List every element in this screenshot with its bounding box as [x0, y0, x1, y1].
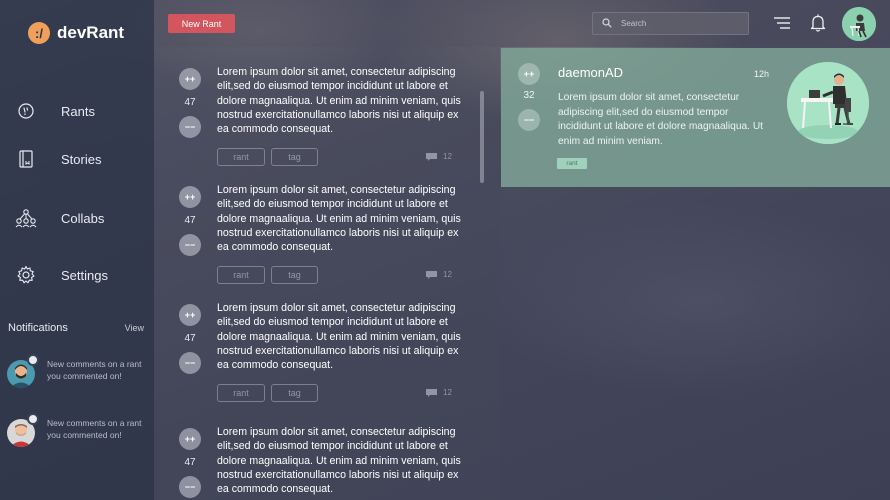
downvote-button[interactable]: −−	[518, 109, 540, 131]
sidebar-item-label: Rants	[61, 103, 95, 119]
sidebar-item-label: Collabs	[61, 210, 105, 226]
rant-text: Lorem ipsum dolor sit amet, consectetur …	[217, 302, 461, 372]
new-rant-button[interactable]: New Rant	[168, 14, 235, 33]
sidebar-item-stories[interactable]: Stories	[14, 147, 101, 171]
bell-icon	[810, 14, 826, 32]
sidebar-item-rants[interactable]: Rants	[14, 99, 95, 123]
sidebar-item-label: Settings	[61, 267, 108, 283]
downvote-button[interactable]: −−	[179, 352, 201, 374]
sidebar-item-label: Stories	[61, 151, 102, 167]
sidebar-item-settings[interactable]: Settings	[14, 263, 108, 287]
vote-score: 47	[184, 97, 196, 108]
upvote-button[interactable]: ++	[179, 68, 201, 90]
search-input[interactable]	[621, 19, 739, 28]
notifications-view-link[interactable]: View	[125, 323, 144, 333]
rant-text: Lorem ipsum dolor sit amet, consectetur …	[217, 66, 461, 136]
comment-count: 12	[443, 152, 452, 161]
rant-feed[interactable]: ++ 47 −− Lorem ipsum dolor sit amet, con…	[154, 47, 500, 500]
comment-badge-icon	[27, 413, 39, 425]
comment-count: 12	[443, 388, 452, 397]
selected-rant-card[interactable]: ++ 32 −− daemonAD 12h Lorem ipsum dolor …	[501, 48, 890, 187]
comment-icon	[426, 153, 437, 161]
rant-text: Lorem ipsum dolor sit amet, consectetur …	[217, 426, 461, 496]
upvote-button[interactable]: ++	[518, 63, 540, 85]
comment-badge-icon	[27, 354, 39, 366]
vote-score: 32	[523, 90, 535, 101]
notification-item[interactable]: New comments on a rant you commented on!	[7, 413, 147, 457]
notification-text: New comments on a rant you commented on!	[47, 418, 142, 440]
tag-chip[interactable]: rant	[217, 266, 265, 284]
notifications-header: Notifications View	[8, 322, 144, 334]
rant-card[interactable]: ++ 47 −− Lorem ipsum dolor sit amet, con…	[154, 47, 500, 166]
username-link[interactable]: daemonAD	[558, 65, 623, 80]
people-network-icon	[14, 206, 38, 230]
tag-chip[interactable]: tag	[271, 266, 318, 284]
tag-chip[interactable]: tag	[271, 148, 318, 166]
post-time: 12h	[754, 69, 770, 79]
downvote-button[interactable]: −−	[179, 116, 201, 138]
devrant-logo-icon: :/	[28, 22, 50, 44]
menu-button[interactable]	[773, 15, 791, 31]
book-icon	[14, 147, 38, 171]
rant-card[interactable]: ++ 47 −− Lorem ipsum dolor sit amet, con…	[154, 165, 500, 284]
vote-score: 47	[184, 457, 196, 468]
tag-chip[interactable]: rant	[217, 384, 265, 402]
notifications-button[interactable]	[809, 13, 827, 33]
gear-icon	[14, 263, 38, 287]
author-avatar[interactable]	[787, 62, 869, 144]
feed-scrollbar[interactable]	[480, 91, 484, 183]
downvote-button[interactable]: −−	[179, 476, 201, 498]
upvote-button[interactable]: ++	[179, 304, 201, 326]
search-icon	[602, 15, 612, 33]
notification-item[interactable]: New comments on a rant you commented on!	[7, 354, 147, 398]
rant-card[interactable]: ++ 47 −− Lorem ipsum dolor sit amet, con…	[154, 401, 500, 500]
sidebar-item-collabs[interactable]: Collabs	[14, 206, 104, 230]
rant-bubble-icon	[14, 99, 38, 123]
developer-at-desk-illustration	[787, 62, 869, 144]
user-avatar[interactable]	[842, 7, 876, 41]
sidebar: :/ devRant Rants Stories Collabs Setting…	[0, 0, 154, 500]
menu-icon	[774, 17, 790, 29]
upvote-button[interactable]: ++	[179, 186, 201, 208]
comment-icon	[426, 271, 437, 279]
search-box[interactable]	[592, 12, 749, 35]
tag-chip[interactable]: tag	[271, 384, 318, 402]
rant-text: Lorem ipsum dolor sit amet, consectetur …	[558, 92, 764, 147]
rant-card[interactable]: ++ 47 −− Lorem ipsum dolor sit amet, con…	[154, 283, 500, 402]
top-bar: New Rant	[154, 0, 890, 47]
comment-icon	[426, 389, 437, 397]
tag-chip[interactable]: rant	[217, 148, 265, 166]
comment-count: 12	[443, 270, 452, 279]
tag-chip[interactable]: rant	[557, 158, 587, 169]
downvote-button[interactable]: −−	[179, 234, 201, 256]
upvote-button[interactable]: ++	[179, 428, 201, 450]
vote-score: 47	[184, 333, 196, 344]
vote-score: 47	[184, 215, 196, 226]
app-logo[interactable]: :/ devRant	[28, 22, 124, 44]
notification-text: New comments on a rant you commented on!	[47, 359, 142, 381]
notifications-title: Notifications	[8, 322, 68, 334]
rant-text: Lorem ipsum dolor sit amet, consectetur …	[217, 184, 461, 254]
app-name: devRant	[57, 23, 125, 42]
